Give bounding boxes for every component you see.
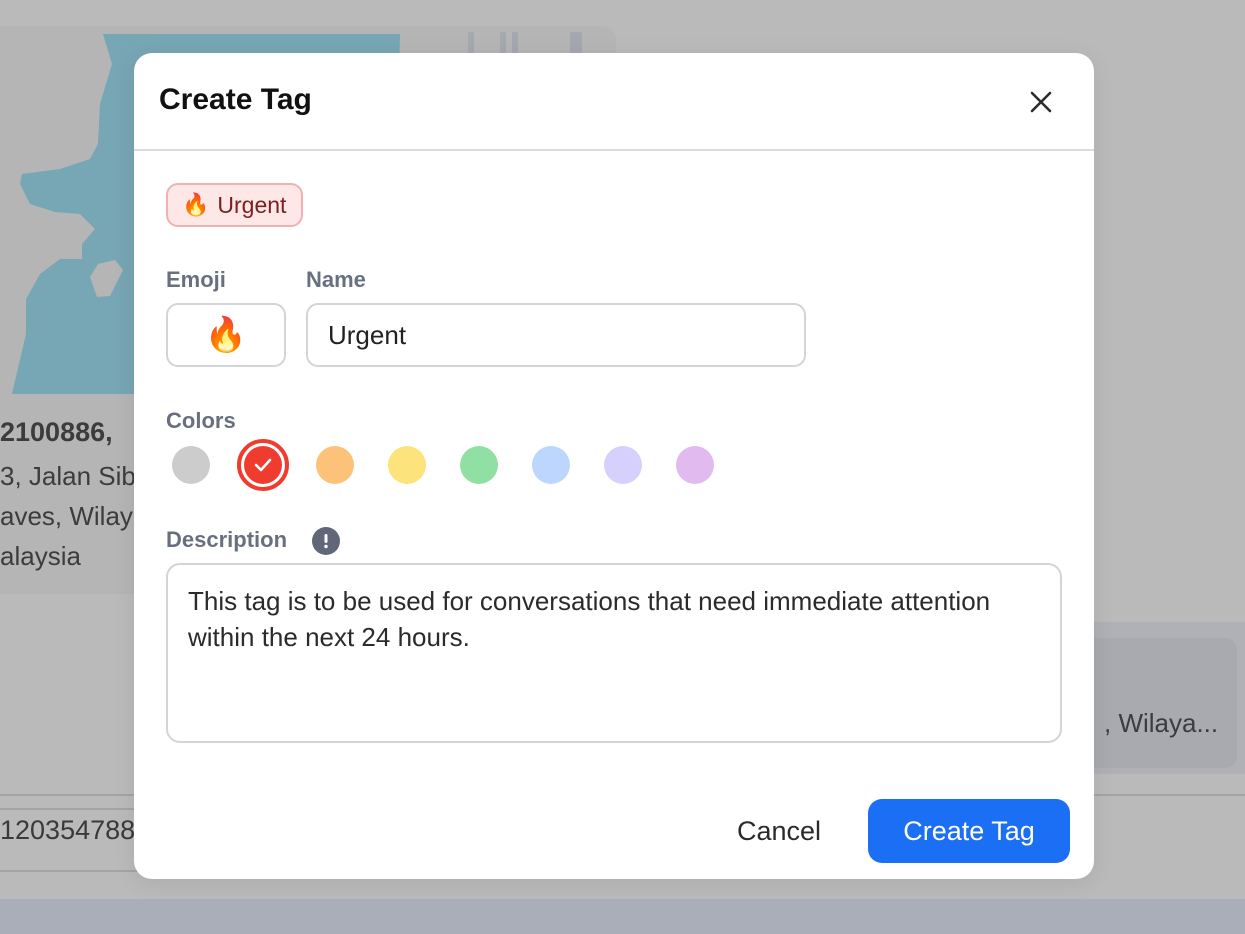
address-line-4: alaysia — [0, 541, 81, 571]
tag-preview-label: Urgent — [217, 191, 287, 218]
address-line-1: 2100886, — [0, 417, 113, 447]
tag-preview-badge: 🔥 Urgent — [166, 183, 304, 227]
address-text: 2100886, 3, Jalan Sib aves, Wilay alaysi… — [0, 412, 140, 576]
close-icon — [1030, 91, 1052, 113]
create-tag-modal: Create Tag 🔥 Urgent Emoji Name 🔥 Colors — [134, 53, 1094, 879]
exclamation-glyph — [324, 534, 328, 549]
fire-icon: 🔥 — [204, 316, 248, 354]
color-swatch-red[interactable] — [237, 439, 289, 491]
color-swatch-green[interactable] — [460, 446, 498, 484]
color-swatch-orange[interactable] — [316, 446, 354, 484]
color-swatch-blue[interactable] — [532, 446, 570, 484]
name-label: Name — [306, 267, 366, 292]
modal-title: Create Tag — [159, 83, 312, 116]
emoji-label: Emoji — [166, 267, 226, 292]
close-button[interactable] — [1026, 87, 1056, 117]
emoji-picker-button[interactable]: 🔥 — [166, 303, 286, 367]
fire-icon: 🔥 — [182, 192, 210, 217]
bottom-bar — [0, 899, 1245, 934]
address-line-3: aves, Wilay — [0, 501, 133, 531]
location-option-text: , Wilaya... — [1104, 708, 1219, 738]
name-input[interactable] — [306, 303, 806, 367]
color-swatch-purple[interactable] — [676, 446, 714, 484]
info-icon[interactable] — [312, 527, 340, 555]
map-label-fragment — [460, 32, 610, 54]
divider — [0, 870, 140, 872]
color-swatch-gray[interactable] — [172, 446, 210, 484]
divider — [0, 808, 140, 810]
color-swatch-yellow[interactable] — [388, 446, 426, 484]
color-swatch-lavender[interactable] — [604, 446, 642, 484]
selected-ring — [237, 439, 289, 491]
colors-label: Colors — [166, 408, 236, 433]
location-option-card[interactable] — [1094, 638, 1237, 768]
phone-number: 120354788 — [0, 815, 136, 845]
description-label: Description — [166, 527, 288, 552]
color-picker — [172, 439, 748, 491]
modal-header: Create Tag — [134, 53, 1094, 151]
description-textarea[interactable]: This tag is to be used for conversations… — [166, 563, 1062, 743]
create-tag-button[interactable]: Create Tag — [868, 799, 1070, 863]
address-line-2: 3, Jalan Sib — [0, 461, 136, 491]
cancel-button[interactable]: Cancel — [714, 799, 844, 863]
